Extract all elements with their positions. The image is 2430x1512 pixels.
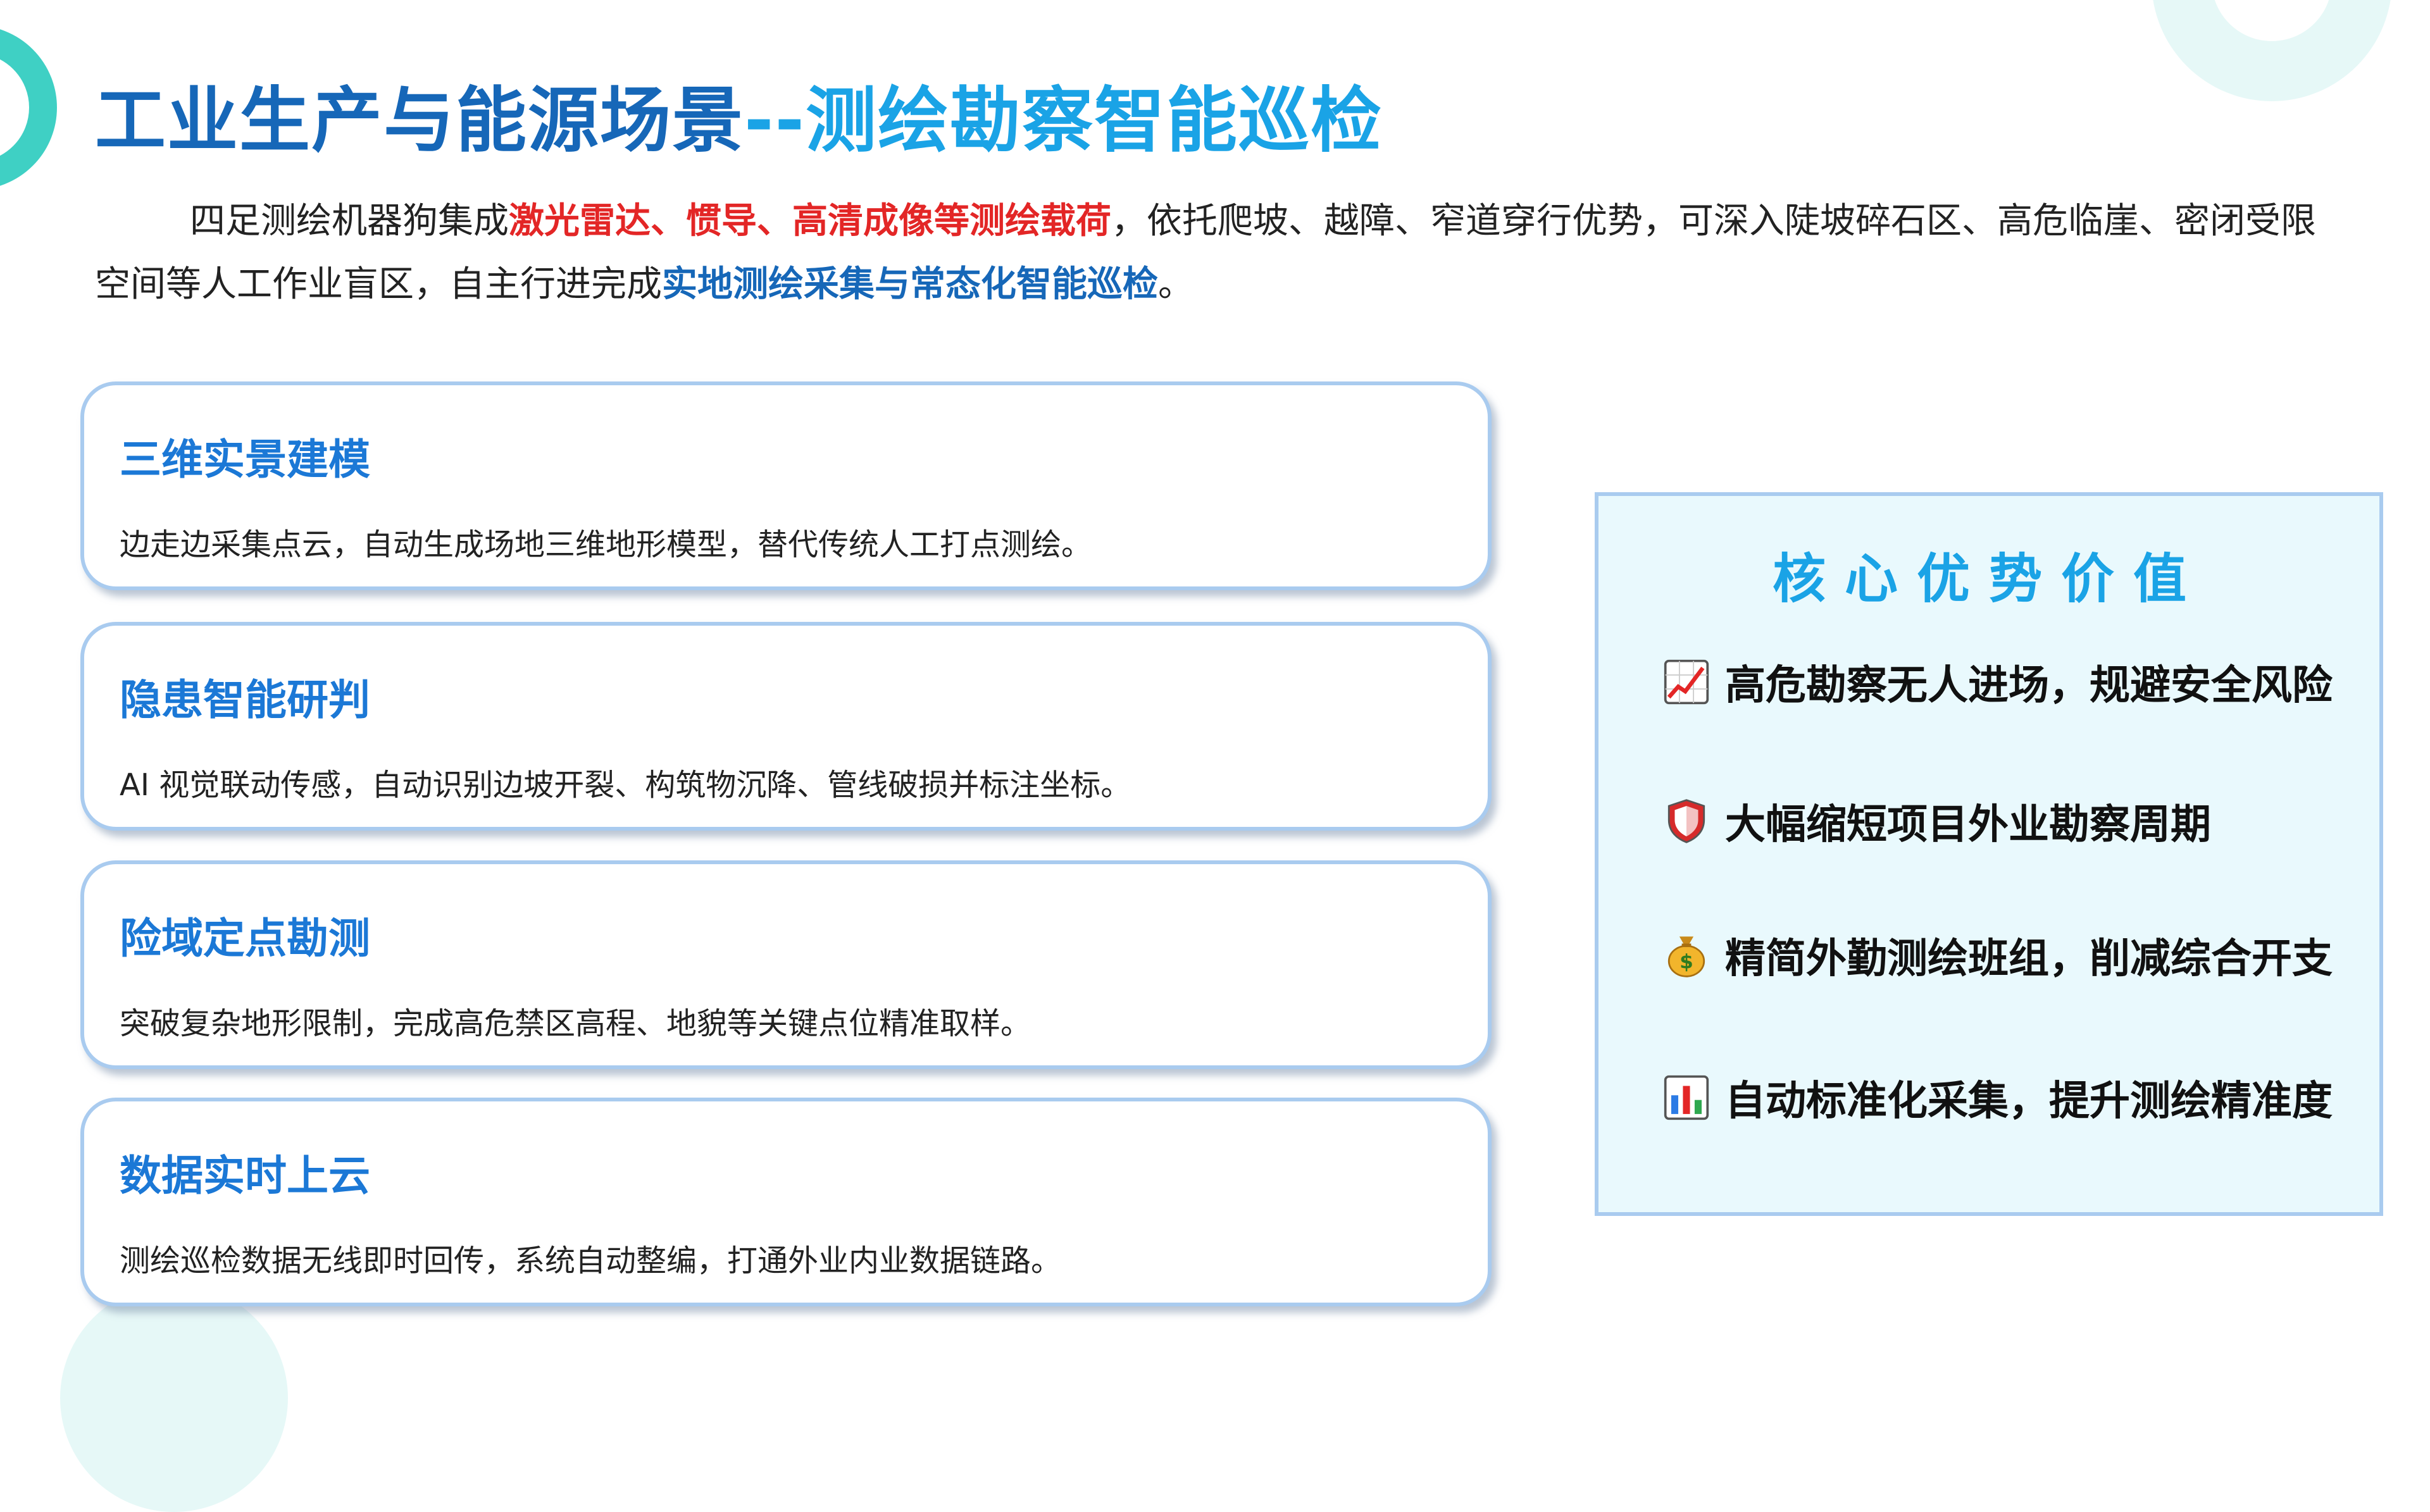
core-value-panel: 核心优势价值 高危勘察无人进场，规避安全风险 大幅缩短项目外业勘察周期 $ 精简…: [1595, 492, 2383, 1216]
decorative-ring-top-left: [0, 25, 57, 190]
feature-card-desc: 边走边采集点云，自动生成场地三维地形模型，替代传统人工打点测绘。: [120, 527, 1092, 562]
core-value-title: 核心优势价值: [1772, 548, 2205, 610]
feature-card-title: 三维实景建模: [120, 435, 370, 484]
feature-card-title: 数据实时上云: [120, 1151, 370, 1200]
feature-card-desc: 测绘巡检数据无线即时回传，系统自动整编，打通外业内业数据链路。: [120, 1243, 1062, 1279]
intro-paragraph: 四足测绘机器狗集成激光雷达、惯导、高清成像等测绘载荷，依托爬坡、越障、窄道穿行优…: [95, 190, 2341, 316]
intro-text-1: 四足测绘机器狗集成: [190, 201, 509, 242]
chart-increasing-icon: [1664, 659, 1709, 705]
value-item-text: 精简外勤测绘班组，削减综合开支: [1725, 936, 2333, 982]
value-item-cost: $ 精简外勤测绘班组，削减综合开支: [1663, 926, 2333, 984]
decorative-circle-bottom-left: [60, 1284, 288, 1512]
value-item-text: 自动标准化采集，提升测绘精准度: [1725, 1078, 2333, 1125]
page-title-main: 工业生产与能源场景: [95, 80, 744, 162]
value-item-cycle: 大幅缩短项目外业勘察周期: [1663, 792, 2211, 850]
intro-highlight-inspection: 实地测绘采集与常态化智能巡检: [662, 264, 1158, 305]
decorative-ring-top-right: [2152, 0, 2392, 101]
feature-card-title: 隐患智能研判: [120, 676, 370, 724]
feature-card-desc: AI 视觉联动传感，自动识别边坡开裂、构筑物沉降、管线破损并标注坐标。: [120, 767, 1131, 803]
feature-card-cloud-upload: 数据实时上云 测绘巡检数据无线即时回传，系统自动整编，打通外业内业数据链路。: [80, 1098, 1492, 1306]
feature-card-title: 险域定点勘测: [120, 914, 370, 963]
bar-chart-icon: [1664, 1075, 1709, 1120]
feature-card-risk-survey: 险域定点勘测 突破复杂地形限制，完成高危禁区高程、地貌等关键点位精准取样。: [80, 860, 1492, 1069]
intro-text-3: 。: [1158, 264, 1193, 305]
value-item-text: 高危勘察无人进场，规避安全风险: [1725, 662, 2333, 709]
page-title-sub: --测绘勘察智能巡检: [744, 80, 1383, 162]
value-item-text: 大幅缩短项目外业勘察周期: [1725, 802, 2211, 848]
feature-card-desc: 突破复杂地形限制，完成高危禁区高程、地貌等关键点位精准取样。: [120, 1006, 1031, 1041]
intro-highlight-payloads: 激光雷达、惯导、高清成像等测绘载荷: [509, 201, 1111, 242]
feature-card-hazard-analysis: 隐患智能研判 AI 视觉联动传感，自动识别边坡开裂、构筑物沉降、管线破损并标注坐…: [80, 622, 1492, 831]
feature-card-3d-modeling: 三维实景建模 边走边采集点云，自动生成场地三维地形模型，替代传统人工打点测绘。: [80, 381, 1492, 590]
value-item-accuracy: 自动标准化采集，提升测绘精准度: [1663, 1069, 2333, 1127]
page-title: 工业生产与能源场景--测绘勘察智能巡检: [95, 63, 1383, 166]
value-item-safety: 高危勘察无人进场，规避安全风险: [1663, 653, 2333, 711]
svg-text:$: $: [1679, 950, 1693, 973]
money-bag-icon: $: [1667, 936, 1705, 977]
shield-icon: [1667, 799, 1705, 843]
